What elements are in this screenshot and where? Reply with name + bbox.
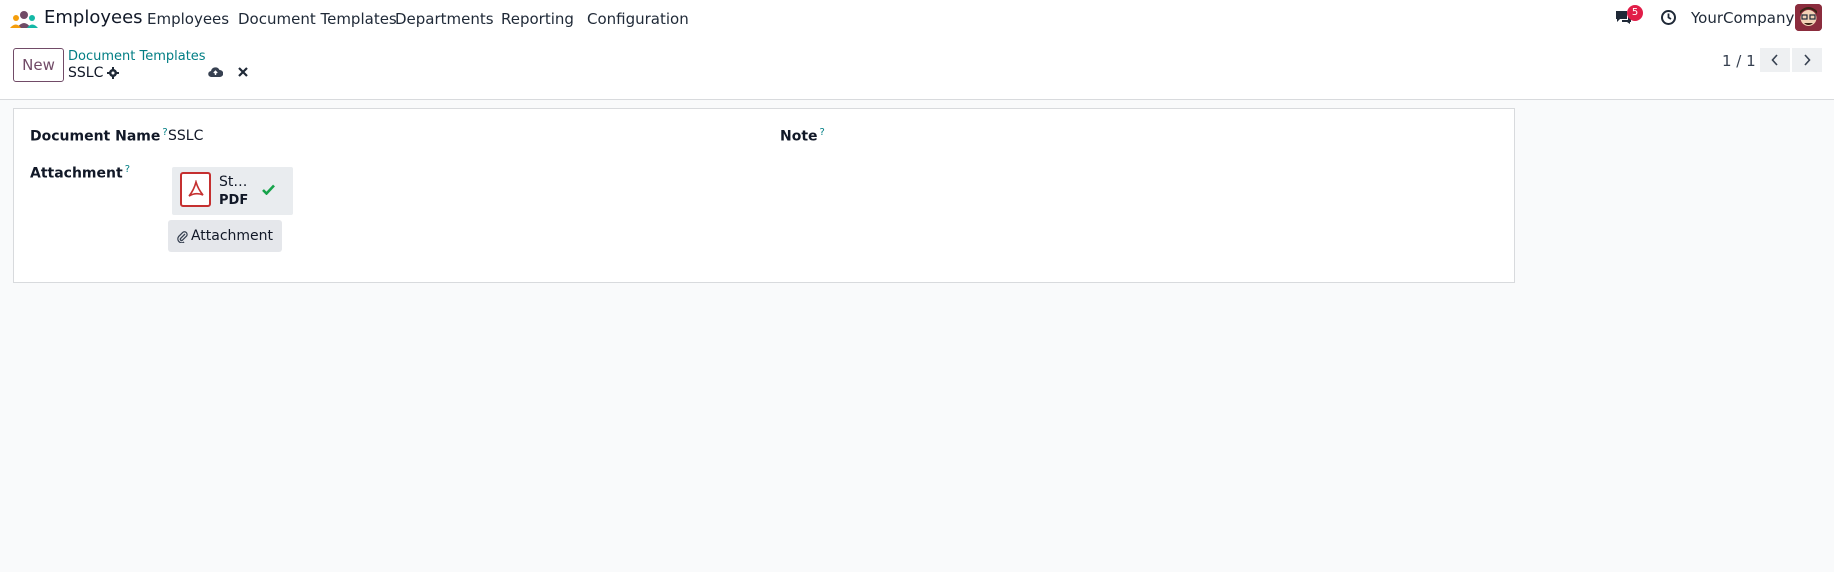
check-icon bbox=[262, 184, 275, 195]
attachment-help-icon[interactable]: ? bbox=[125, 164, 130, 175]
attachment-type: PDF bbox=[219, 193, 249, 208]
pager-next-button[interactable] bbox=[1792, 48, 1822, 72]
pager-previous-button[interactable] bbox=[1760, 48, 1790, 72]
note-label-text: Note bbox=[780, 128, 818, 145]
new-button[interactable]: New bbox=[13, 48, 64, 82]
menu-departments[interactable]: Departments bbox=[395, 10, 494, 28]
gear-icon[interactable] bbox=[107, 67, 120, 79]
chevron-left-icon bbox=[1771, 54, 1778, 66]
paperclip-icon bbox=[177, 230, 188, 243]
chevron-right-icon bbox=[1804, 54, 1811, 66]
acrobat-icon bbox=[187, 179, 204, 197]
menu-reporting[interactable]: Reporting bbox=[501, 10, 574, 28]
pdf-file-icon bbox=[180, 172, 211, 207]
document-name-field[interactable]: SSLC bbox=[168, 128, 203, 144]
company-switcher[interactable]: YourCompany bbox=[1691, 9, 1794, 27]
pager-value[interactable]: 1 / 1 bbox=[1722, 52, 1756, 70]
record-title-text: SSLC bbox=[68, 65, 104, 81]
user-avatar-icon bbox=[1795, 4, 1822, 31]
menu-document-templates[interactable]: Document Templates bbox=[238, 10, 397, 28]
record-title: SSLC bbox=[68, 65, 120, 81]
attachment-card[interactable]: St… PDF bbox=[172, 167, 293, 215]
activity-clock-icon[interactable] bbox=[1660, 9, 1677, 26]
attachment-label: Attachment? bbox=[30, 164, 130, 182]
document-name-label-text: Document Name bbox=[30, 128, 161, 145]
breadcrumb-document-templates[interactable]: Document Templates bbox=[68, 49, 206, 64]
menu-configuration[interactable]: Configuration bbox=[587, 10, 689, 28]
save-cloud-icon[interactable] bbox=[208, 66, 223, 78]
attachment-label-text: Attachment bbox=[30, 165, 123, 182]
messages-badge: 5 bbox=[1627, 5, 1643, 21]
add-attachment-button[interactable]: Attachment bbox=[168, 220, 282, 252]
top-navbar: Employees Employees Document Templates D… bbox=[0, 0, 1834, 36]
note-label: Note? bbox=[780, 127, 825, 145]
app-name[interactable]: Employees bbox=[44, 7, 143, 28]
control-panel: New Document Templates SSLC 1 / 1 bbox=[0, 36, 1834, 100]
note-help-icon[interactable]: ? bbox=[820, 127, 825, 138]
user-avatar[interactable] bbox=[1795, 4, 1822, 31]
form-sheet: Document Name? SSLC Note? Attachment? St… bbox=[13, 108, 1515, 283]
menu-employees[interactable]: Employees bbox=[147, 10, 229, 28]
discard-close-icon[interactable] bbox=[238, 67, 248, 77]
add-attachment-label: Attachment bbox=[190, 228, 274, 244]
document-name-help-icon[interactable]: ? bbox=[162, 127, 167, 138]
attachment-name: St… bbox=[219, 174, 248, 190]
document-name-label: Document Name? bbox=[30, 127, 168, 145]
app-logo-icon[interactable] bbox=[10, 10, 38, 28]
